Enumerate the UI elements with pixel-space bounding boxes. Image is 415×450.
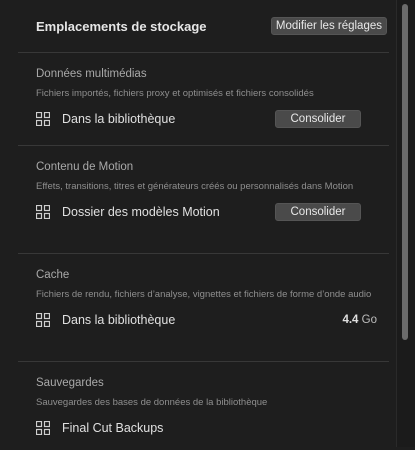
storage-locations-panel: Emplacements de stockage Modifier les ré… [0,0,397,447]
modify-settings-button[interactable]: Modifier les réglages [270,17,387,35]
cache-size-unit: Go [361,314,377,326]
cache-size: 4.4 Go [342,314,377,326]
library-icon [36,112,50,126]
scrollbar-thumb[interactable] [402,4,408,340]
backups-section-title: Sauvegardes [36,377,104,389]
cache-location-row: Dans la bibliothèque 4.4 Go [36,310,389,342]
motion-consolidate-button[interactable]: Consolider [275,203,361,221]
backups-location-label: Final Cut Backups [62,421,164,435]
cache-location-label: Dans la bibliothèque [62,313,176,327]
media-section-title: Données multimédias [36,68,147,80]
media-location-row: Dans la bibliothèque Consolider [36,109,389,141]
cache-section-description: Fichiers de rendu, fichiers d’analyse, v… [36,289,372,300]
motion-location-label: Dossier des modèles Motion [62,205,220,219]
backups-section-description: Sauvegardes des bases de données de la b… [36,397,268,408]
folder-icon [36,205,50,219]
storage-header: Emplacements de stockage Modifier les ré… [18,0,389,53]
backups-location-row: Final Cut Backups [36,418,389,450]
media-consolidate-button[interactable]: Consolider [275,110,361,128]
motion-section: Contenu de Motion Effets, transitions, t… [18,146,389,254]
backup-folder-icon [36,421,50,435]
media-section: Données multimédias Fichiers importés, f… [18,53,389,146]
library-icon [36,313,50,327]
cache-section-title: Cache [36,269,70,281]
media-location-label: Dans la bibliothèque [62,112,176,126]
backups-section: Sauvegardes Sauvegardes des bases de don… [18,362,389,450]
cache-size-value: 4.4 [342,314,359,326]
motion-section-title: Contenu de Motion [36,161,134,173]
vertical-scrollbar[interactable] [396,0,415,447]
motion-location-row: Dossier des modèles Motion Consolider [36,202,389,234]
storage-title: Emplacements de stockage [36,18,207,34]
cache-section: Cache Fichiers de rendu, fichiers d’anal… [18,254,389,362]
motion-section-description: Effets, transitions, titres et générateu… [36,181,354,192]
media-section-description: Fichiers importés, fichiers proxy et opt… [36,88,314,99]
